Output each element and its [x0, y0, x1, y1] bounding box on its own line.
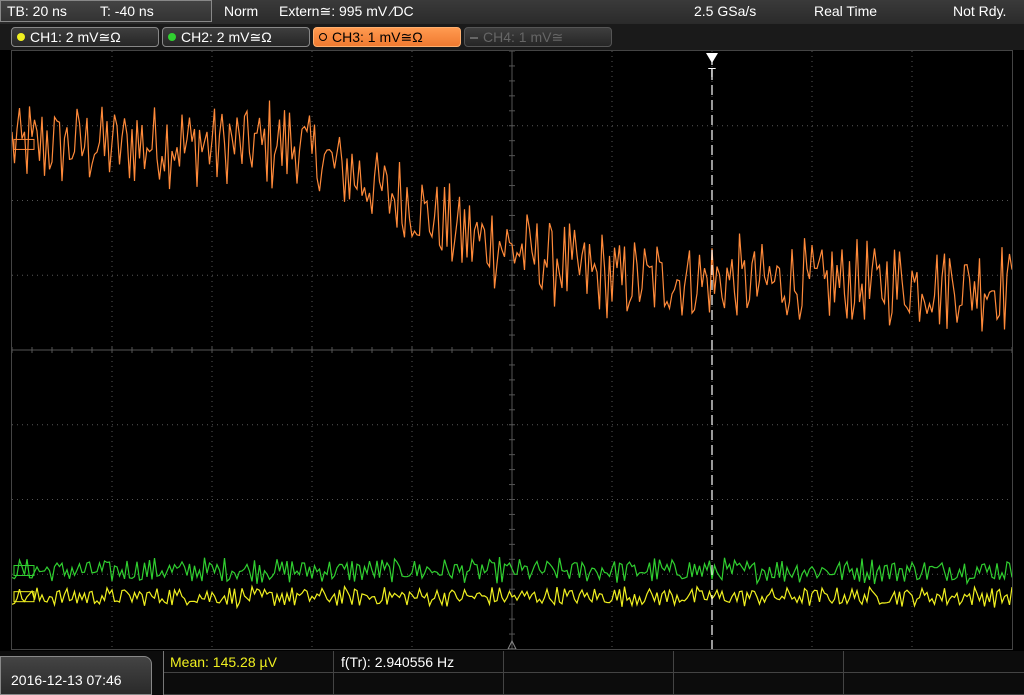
- measurement-cell-9[interactable]: [674, 673, 844, 695]
- channel-4-indicator-icon: [470, 37, 478, 39]
- acquisition-state-label: Not Rdy.: [953, 3, 1007, 19]
- status-bar: TB: 20 ns T: -40 ns Norm Extern≅: 995 mV…: [0, 0, 1024, 24]
- channel-2-button[interactable]: CH2: 2 mV≅Ω: [162, 27, 310, 47]
- channel-3-label: CH3: 1 mV≅Ω: [332, 29, 423, 45]
- measurement-cell-7[interactable]: [334, 673, 504, 695]
- datetime-label: 2016-12-13 07:46: [11, 672, 122, 688]
- level-marker-ch3: [13, 138, 35, 150]
- channel-3-indicator-icon: [319, 33, 327, 41]
- acquisition-mode-label[interactable]: Real Time: [814, 3, 877, 19]
- timebase-label[interactable]: TB: 20 ns: [7, 3, 67, 19]
- trigger-marker-label: T: [708, 65, 716, 80]
- mean-measurement: Mean: 145.28 µV: [170, 654, 277, 670]
- channel-1-button[interactable]: CH1: 2 mV≅Ω: [11, 27, 159, 47]
- trigger-time-label[interactable]: T: -40 ns: [100, 3, 154, 19]
- measurement-panel[interactable]: Mean: 145.28 µV f(Tr): 2.940556 Hz: [163, 651, 1024, 695]
- waveform-display[interactable]: T: [11, 50, 1013, 650]
- trigger-source-label[interactable]: Extern≅: 995 mV ⁄DC: [279, 3, 414, 20]
- sample-rate-label[interactable]: 2.5 GSa/s: [694, 3, 756, 19]
- measurement-cell-6[interactable]: [164, 673, 334, 695]
- channel-4-label: CH4: 1 mV≅: [483, 29, 564, 45]
- trigger-arrow-icon: [706, 53, 718, 63]
- channel-1-label: CH1: 2 mV≅Ω: [30, 29, 121, 45]
- waveform-svg[interactable]: T: [12, 51, 1012, 649]
- channel-4-button[interactable]: CH4: 1 mV≅: [464, 27, 612, 47]
- channel-3-button[interactable]: CH3: 1 mV≅Ω: [313, 27, 461, 47]
- channel-2-indicator-icon: [168, 33, 176, 41]
- channel-1-indicator-icon: [17, 33, 25, 41]
- measurement-cell-8[interactable]: [504, 673, 674, 695]
- measurement-cell-3[interactable]: [504, 651, 674, 673]
- frequency-measurement: f(Tr): 2.940556 Hz: [341, 654, 455, 670]
- measurement-cell-5[interactable]: [844, 651, 1024, 673]
- datetime-box: 2016-12-13 07:46: [0, 656, 152, 695]
- measurement-cell-10[interactable]: [844, 673, 1024, 695]
- channel-bar: CH1: 2 mV≅Ω CH2: 2 mV≅Ω CH3: 1 mV≅Ω CH4:…: [0, 24, 1024, 50]
- trigger-mode-label[interactable]: Norm: [224, 3, 258, 19]
- channel-2-label: CH2: 2 mV≅Ω: [181, 29, 272, 45]
- measurement-cell-4[interactable]: [674, 651, 844, 673]
